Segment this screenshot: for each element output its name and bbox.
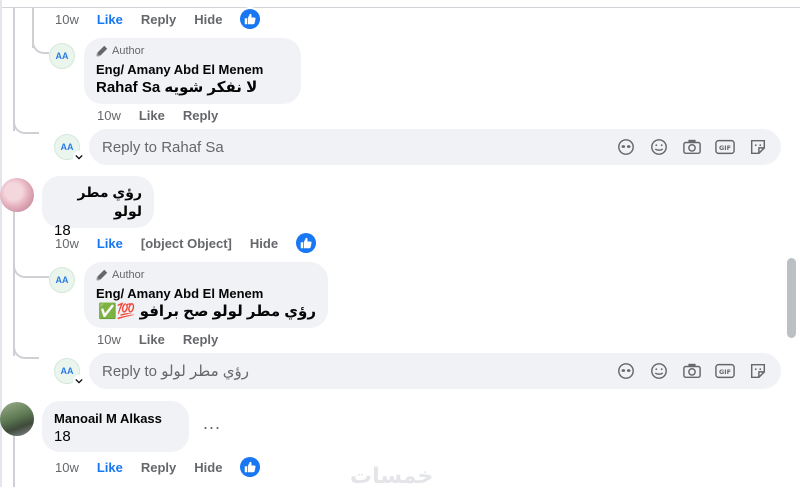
composer-tools: GIF <box>604 136 769 158</box>
like-button[interactable]: Like <box>97 12 123 27</box>
chevron-down-icon[interactable] <box>73 375 85 387</box>
thumbs-up-icon[interactable] <box>296 233 317 253</box>
commenter-name[interactable]: Eng/ Amany Abd El Menem <box>96 285 316 302</box>
commenter-name[interactable]: Manoail M Alkass <box>54 410 177 427</box>
thread-connector <box>13 264 49 278</box>
page-logo: AA <box>49 267 75 293</box>
avatar-sticker-icon[interactable] <box>615 360 637 382</box>
thumbs-up-icon[interactable] <box>240 9 261 29</box>
author-avatar[interactable]: AA <box>49 267 75 293</box>
gif-icon[interactable]: GIF <box>714 136 736 158</box>
pencil-icon <box>96 269 108 281</box>
author-avatar[interactable]: AA <box>49 43 75 69</box>
reply-placeholder[interactable]: Reply to رؤي مطر لولو <box>102 362 604 380</box>
timestamp[interactable]: 10w <box>55 12 79 27</box>
chevron-down-icon[interactable] <box>73 151 85 163</box>
reply-input[interactable]: Reply to رؤي مطر لولو GIF <box>89 353 781 389</box>
author-badge-label: Author <box>112 45 145 57</box>
sticker-icon[interactable] <box>747 360 769 382</box>
thread-connector <box>13 345 39 359</box>
author-badge-label: Author <box>112 269 145 281</box>
thread-line <box>13 432 15 487</box>
comment-body: رؤي مطر لولو صح برافو 💯✅ <box>98 303 316 320</box>
comment-actions: 10w Like Reply <box>97 330 236 348</box>
thread-line <box>32 8 34 48</box>
bottom-border <box>0 487 800 500</box>
watermark: خمسات <box>350 463 434 488</box>
reply-button[interactable]: [object Object] <box>141 236 232 251</box>
comment-actions: 10w Like Reply Hide <box>55 9 261 29</box>
svg-text:GIF: GIF <box>719 145 731 152</box>
sticker-icon[interactable] <box>747 136 769 158</box>
commenter-name[interactable]: Eng/ Amany Abd El Menem <box>96 61 289 78</box>
reply-bubble: Author Eng/ Amany Abd El Menem رؤي مطر ل… <box>84 262 328 328</box>
thread-connector <box>13 120 39 134</box>
reply-input[interactable]: Reply to Rahaf Sa GIF <box>89 129 781 165</box>
emoji-icon[interactable] <box>648 136 670 158</box>
hide-button[interactable]: Hide <box>250 236 278 251</box>
comment-actions: 10w Like Reply Hide <box>55 457 261 477</box>
reply-placeholder[interactable]: Reply to Rahaf Sa <box>102 139 604 156</box>
commenter-avatar[interactable] <box>0 402 34 436</box>
timestamp[interactable]: 10w <box>55 460 79 475</box>
thread-line <box>13 8 15 131</box>
comment-text: Rahaf Sa لا نفكر شويه <box>96 78 289 97</box>
thread-connector <box>32 40 49 54</box>
reply-button[interactable]: Reply <box>141 460 176 475</box>
comment-actions: 10w Like Reply <box>97 106 236 124</box>
pencil-icon <box>96 45 108 57</box>
reply-bubble: Author Eng/ Amany Abd El Menem Rahaf Sa … <box>84 38 301 104</box>
scrollbar-track[interactable] <box>786 8 800 488</box>
camera-icon[interactable] <box>681 136 703 158</box>
comment-body: رؤي مطر لولو <box>77 184 143 219</box>
svg-text:GIF: GIF <box>719 369 731 376</box>
timestamp[interactable]: 10w <box>97 108 121 123</box>
like-button[interactable]: Like <box>97 460 123 475</box>
author-badge: Author <box>96 45 289 57</box>
top-border <box>0 0 800 8</box>
thumbs-up-icon[interactable] <box>240 457 261 477</box>
comment-body: لا نفكر شويه <box>164 79 258 96</box>
timestamp[interactable]: 10w <box>55 236 79 251</box>
comment-bubble: Manoail M Alkass 18 <box>42 401 189 452</box>
commenter-avatar[interactable] <box>0 178 34 212</box>
comment-bubble: رؤي مطر لولو 18 <box>42 176 154 239</box>
composer-tools: GIF <box>604 360 769 382</box>
like-button[interactable]: Like <box>139 108 165 123</box>
gif-icon[interactable]: GIF <box>714 360 736 382</box>
reply-button[interactable]: Reply <box>183 108 218 123</box>
hide-button[interactable]: Hide <box>194 460 222 475</box>
my-avatar[interactable]: AA <box>54 358 85 387</box>
timestamp[interactable]: 10w <box>97 332 121 347</box>
like-button[interactable]: Like <box>97 236 123 251</box>
more-options-button[interactable]: ... <box>203 413 221 434</box>
mention-link[interactable]: Rahaf Sa <box>96 79 160 96</box>
avatar-sticker-icon[interactable] <box>615 136 637 158</box>
reply-button[interactable]: Reply <box>141 12 176 27</box>
hide-button[interactable]: Hide <box>194 12 222 27</box>
comment-actions: 10w Like [object Object] Hide <box>55 233 317 253</box>
page-logo: AA <box>49 43 75 69</box>
scrollbar-thumb[interactable] <box>787 258 796 338</box>
camera-icon[interactable] <box>681 360 703 382</box>
reply-button[interactable]: Reply <box>183 332 218 347</box>
comment-number: 18 <box>54 428 71 445</box>
like-button[interactable]: Like <box>139 332 165 347</box>
emoji-icon[interactable] <box>648 360 670 382</box>
my-avatar[interactable]: AA <box>54 134 85 163</box>
author-badge: Author <box>96 269 316 281</box>
thread-line <box>13 210 15 356</box>
